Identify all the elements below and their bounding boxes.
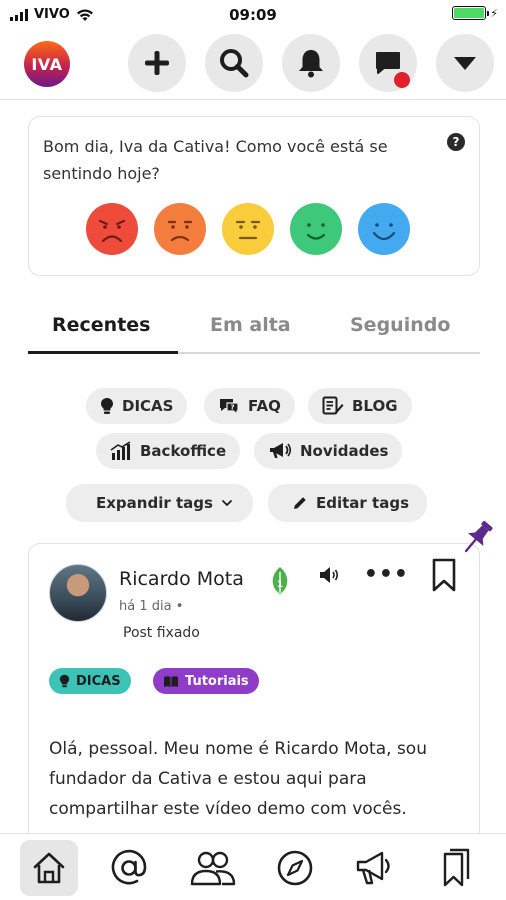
mood-faces: [86, 203, 410, 255]
megaphone-icon: [356, 851, 390, 885]
post-timestamp: há 1 dia •: [119, 599, 184, 614]
people-icon: [190, 851, 236, 886]
compass-icon: [277, 850, 313, 886]
search-button[interactable]: [205, 34, 263, 92]
author-name[interactable]: Ricardo Mota: [119, 568, 244, 590]
very-sad-face-icon: [98, 219, 126, 243]
tab-seguindo[interactable]: Seguindo: [350, 314, 450, 336]
very-happy-face-icon: [372, 223, 396, 241]
book-icon: [164, 675, 178, 687]
svg-text:?: ?: [230, 404, 234, 412]
edit-tags-button[interactable]: Editar tags: [268, 484, 427, 522]
top-header: IVA: [0, 30, 506, 100]
tab-em-alta[interactable]: Em alta: [210, 314, 291, 336]
author-avatar[interactable]: [49, 564, 107, 622]
pinned-post-card: Ricardo Mota 1 há 1 dia • Post fixado ••…: [28, 543, 480, 853]
create-post-button[interactable]: [128, 34, 186, 92]
edit-tags-label: Editar tags: [316, 494, 409, 512]
mood-neutral-button[interactable]: [222, 203, 274, 255]
notifications-button[interactable]: [282, 34, 340, 92]
lightbulb-icon: [59, 674, 70, 688]
nav-explore[interactable]: [266, 840, 324, 896]
tag-backoffice-label: Backoffice: [140, 442, 227, 460]
mention-icon: [111, 849, 147, 885]
bottom-navigation: [0, 833, 506, 900]
more-options-button[interactable]: •••: [364, 564, 409, 586]
chevron-down-small-icon: [222, 500, 232, 507]
tag-blog-chip[interactable]: BLOG: [308, 388, 412, 424]
feed-tabs: Recentes Em alta Seguindo: [28, 304, 480, 354]
plus-icon: [145, 51, 169, 75]
nav-people[interactable]: [184, 840, 242, 896]
battery-icon: [452, 6, 490, 20]
leaf-badge-icon: 1: [272, 567, 288, 594]
tag-dicas-chip[interactable]: DICAS: [86, 388, 188, 424]
bookmark-icon: [443, 848, 470, 887]
messages-button[interactable]: [359, 34, 417, 92]
tag-dicas-label: DICAS: [122, 397, 174, 415]
bell-icon: [299, 50, 323, 78]
lightbulb-icon: [101, 398, 113, 414]
post-tag-tutoriais[interactable]: Tutoriais: [153, 668, 259, 694]
happy-face-icon: [306, 223, 326, 240]
help-icon[interactable]: ?: [447, 133, 465, 151]
bookmark-outline-icon[interactable]: [431, 558, 457, 592]
neutral-face-icon: [235, 220, 261, 240]
speaker-icon[interactable]: [318, 564, 342, 586]
post-tag-tutoriais-label: Tutoriais: [185, 673, 249, 689]
tag-faq-chip[interactable]: ? FAQ: [204, 388, 295, 424]
expand-tags-label: Expandir tags: [96, 494, 213, 512]
tag-blog-label: BLOG: [352, 397, 398, 415]
faq-icon: ?: [220, 399, 239, 415]
tag-backoffice-chip[interactable]: Backoffice: [96, 433, 241, 469]
charging-icon: ⚡: [490, 6, 498, 20]
blog-edit-icon: [322, 396, 344, 415]
search-icon: [220, 49, 249, 78]
tag-faq-label: FAQ: [248, 397, 281, 415]
expand-tags-button[interactable]: Expandir tags: [66, 484, 253, 522]
notification-dot: [394, 72, 410, 88]
mood-very-happy-button[interactable]: [358, 203, 410, 255]
svg-text:1: 1: [277, 580, 283, 590]
megaphone-small-icon: [270, 443, 292, 458]
mood-very-sad-button[interactable]: [86, 203, 138, 255]
mood-check-card: Bom dia, Iva da Cativa! Como você está s…: [28, 116, 480, 276]
nav-saved[interactable]: [428, 840, 486, 896]
pencil-icon: [294, 497, 306, 509]
pinned-label: Post fixado: [123, 625, 200, 641]
mood-prompt: Bom dia, Iva da Cativa! Como você está s…: [43, 137, 388, 183]
active-tab-indicator: [28, 351, 178, 354]
post-tag-dicas[interactable]: DICAS: [49, 668, 131, 694]
status-right: ⚡: [452, 6, 498, 20]
nav-mentions[interactable]: [100, 840, 158, 896]
clock: 09:09: [229, 6, 277, 24]
user-avatar[interactable]: IVA: [24, 41, 70, 87]
home-icon: [33, 852, 65, 884]
mood-happy-button[interactable]: [290, 203, 342, 255]
tag-novidades-label: Novidades: [300, 442, 389, 460]
bar-chart-icon: [110, 441, 131, 460]
menu-dropdown-button[interactable]: [436, 34, 494, 92]
mood-sad-button[interactable]: [154, 203, 206, 255]
tab-recentes[interactable]: Recentes: [52, 314, 150, 336]
nav-home[interactable]: [20, 840, 78, 896]
chevron-down-icon: [454, 57, 476, 70]
post-body: Olá, pessoal. Meu nome é Ricardo Mota, s…: [49, 739, 427, 819]
status-bar: VIVO 09:09 ⚡: [0, 0, 506, 30]
sad-face-icon: [167, 220, 193, 242]
post-controls: •••: [318, 558, 457, 592]
pin-icon: [464, 520, 493, 553]
tag-novidades-chip[interactable]: Novidades: [254, 433, 403, 469]
post-tag-dicas-label: DICAS: [76, 673, 121, 689]
nav-announcements[interactable]: [347, 840, 405, 896]
